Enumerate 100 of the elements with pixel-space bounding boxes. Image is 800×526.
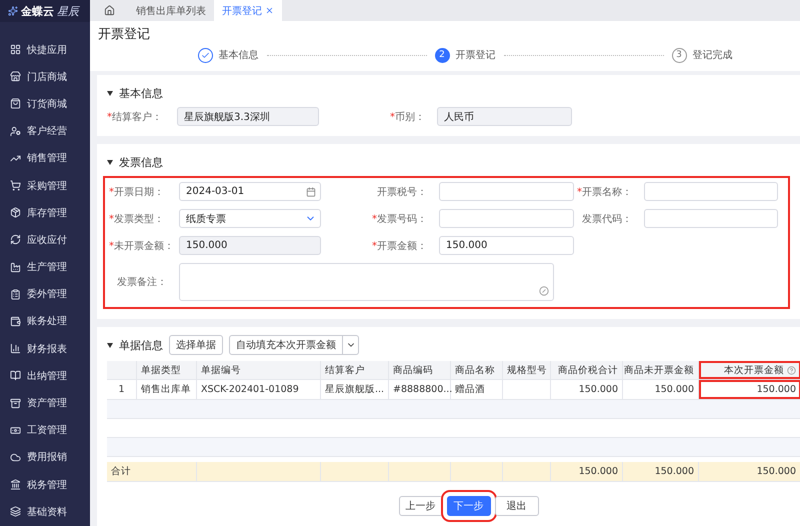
home-icon xyxy=(104,5,114,16)
menu-item-icon xyxy=(10,424,21,436)
step-label: 登记完成 xyxy=(692,48,732,62)
step-indicator: 3 xyxy=(672,48,686,62)
sidebar-item[interactable]: 工资管理 xyxy=(0,416,90,444)
sidebar-item[interactable]: 出纳管理 xyxy=(0,362,90,390)
step-indicator: 2 xyxy=(434,48,450,62)
field-label: *发票号码： xyxy=(371,212,428,226)
sidebar-item[interactable]: 账务处理 xyxy=(0,308,90,336)
input-field[interactable] xyxy=(439,209,574,228)
page-title: 开票登记 xyxy=(98,26,151,43)
clear-icon xyxy=(539,286,549,296)
menu-item-icon xyxy=(10,180,21,192)
field-label: *结算客户： xyxy=(107,110,163,124)
menu-item-icon xyxy=(10,44,21,56)
sidebar-item[interactable]: 门店商城 xyxy=(0,63,90,90)
sidebar-item[interactable]: 财务报表 xyxy=(0,335,90,362)
sidebar-item[interactable]: 订货商城 xyxy=(0,90,90,118)
table-cell: 星辰旗舰版... xyxy=(321,380,389,399)
menu-item-icon xyxy=(10,234,21,246)
caret-icon[interactable] xyxy=(107,160,113,164)
step-label: 开票登记 xyxy=(456,49,496,62)
menu-item-icon xyxy=(10,479,21,490)
sidebar-item[interactable]: 库存管理 xyxy=(0,199,90,226)
menu-item-icon xyxy=(10,452,21,463)
menu-item-icon xyxy=(10,262,21,273)
input-field[interactable] xyxy=(644,182,778,201)
input-field[interactable]: 150.000 xyxy=(439,236,574,255)
input-field[interactable] xyxy=(644,209,778,228)
sidebar-item[interactable]: 资产管理 xyxy=(0,389,90,417)
logo: 金蝶云 星辰 xyxy=(0,0,90,22)
field-label: 发票代码： xyxy=(581,212,633,226)
caret-icon[interactable] xyxy=(107,342,113,348)
menu-item-icon xyxy=(10,506,21,518)
table-header-cell: 商品未开票金额 xyxy=(623,361,699,379)
field-label: 发票备注： xyxy=(116,276,168,289)
menu-item-icon xyxy=(10,343,21,354)
date-field[interactable]: 2024-03-01 xyxy=(179,182,321,201)
field-label: *发票类型： xyxy=(109,212,165,226)
totals-label: 合计 xyxy=(107,462,197,481)
menu-item-icon xyxy=(10,316,21,327)
footer-button[interactable]: 退出 xyxy=(494,496,538,516)
field-label: *未开票金额： xyxy=(109,240,175,252)
table-header-cell: 本次开票金额 xyxy=(699,361,800,379)
menu-item-icon xyxy=(10,207,21,218)
field-label: *币别： xyxy=(389,110,426,124)
calendar-icon xyxy=(306,186,316,196)
sidebar-item[interactable]: 快捷应用 xyxy=(0,36,90,64)
input-field[interactable]: 150.000 xyxy=(179,236,321,255)
table-header-cell: 单据编号 xyxy=(197,361,321,379)
table-cell: 销售出库单 xyxy=(137,380,197,399)
tab[interactable]: 销售出库单列表 xyxy=(128,0,214,21)
table-cell: 赠品酒 xyxy=(451,380,503,399)
table-header-cell: 单据类型 xyxy=(137,361,197,379)
tab[interactable]: 开票登记 xyxy=(214,0,282,21)
input-field[interactable] xyxy=(439,182,574,201)
table-cell: #8888800... xyxy=(389,380,451,399)
sparkle-icon xyxy=(8,6,18,16)
table-cell: 150.000 xyxy=(623,380,699,399)
sidebar-item[interactable]: 生产管理 xyxy=(0,254,90,281)
section-title: 单据信息 xyxy=(119,338,163,352)
menu-item-icon xyxy=(10,126,21,137)
field-label: *开票名称： xyxy=(576,186,633,198)
input-field[interactable]: 人民币 xyxy=(437,107,572,126)
section-title: 发票信息 xyxy=(119,154,163,170)
menu-item-icon xyxy=(10,288,21,300)
menu-item-icon xyxy=(10,71,21,82)
sidebar-item[interactable]: 应收应付 xyxy=(0,226,90,254)
field-label: *开票日期： xyxy=(109,186,165,198)
total-value: 150.000 xyxy=(551,462,623,481)
textarea-field[interactable] xyxy=(179,263,554,301)
close-icon[interactable] xyxy=(265,6,274,15)
sidebar-item[interactable]: 客户经营 xyxy=(0,118,90,145)
autofill-button[interactable]: 自动填充本次开票金额 xyxy=(229,335,343,355)
row-number: 1 xyxy=(107,380,137,399)
total-value: 150.000 xyxy=(699,462,800,481)
help-icon[interactable] xyxy=(787,366,796,374)
sidebar-item[interactable]: 基础资料 xyxy=(0,498,90,526)
sidebar-item[interactable]: 委外管理 xyxy=(0,280,90,308)
menu-item-icon xyxy=(10,370,21,382)
section-title: 基本信息 xyxy=(119,86,163,100)
table-cell: 150.000 xyxy=(699,380,800,399)
table-header-cell: 规格型号 xyxy=(503,361,551,379)
menu-item-icon xyxy=(10,398,21,409)
table-header-cell: 商品价税合计 xyxy=(551,361,623,379)
sidebar-item[interactable]: 采购管理 xyxy=(0,172,90,200)
input-field[interactable]: 星辰旗舰版3.3深圳 xyxy=(177,107,319,126)
select-button[interactable]: 选择单据 xyxy=(169,335,223,355)
sidebar-item[interactable]: 销售管理 xyxy=(0,144,90,172)
step-label: 基本信息 xyxy=(218,48,258,62)
caret-icon[interactable] xyxy=(107,90,113,96)
table-cell: XSCK-202401-01089 xyxy=(197,380,321,399)
footer-button[interactable]: 上一步 xyxy=(398,496,442,516)
sidebar-item[interactable]: 费用报销 xyxy=(0,444,90,471)
dropdown-button[interactable] xyxy=(343,335,359,355)
select-field[interactable]: 纸质专票 xyxy=(179,209,321,228)
sidebar-item[interactable]: 税务管理 xyxy=(0,471,90,498)
field-label: *开票金额： xyxy=(371,240,428,252)
table-header-cell: 结算客户 xyxy=(321,361,389,379)
table-header-cell: 商品编码 xyxy=(389,361,451,379)
